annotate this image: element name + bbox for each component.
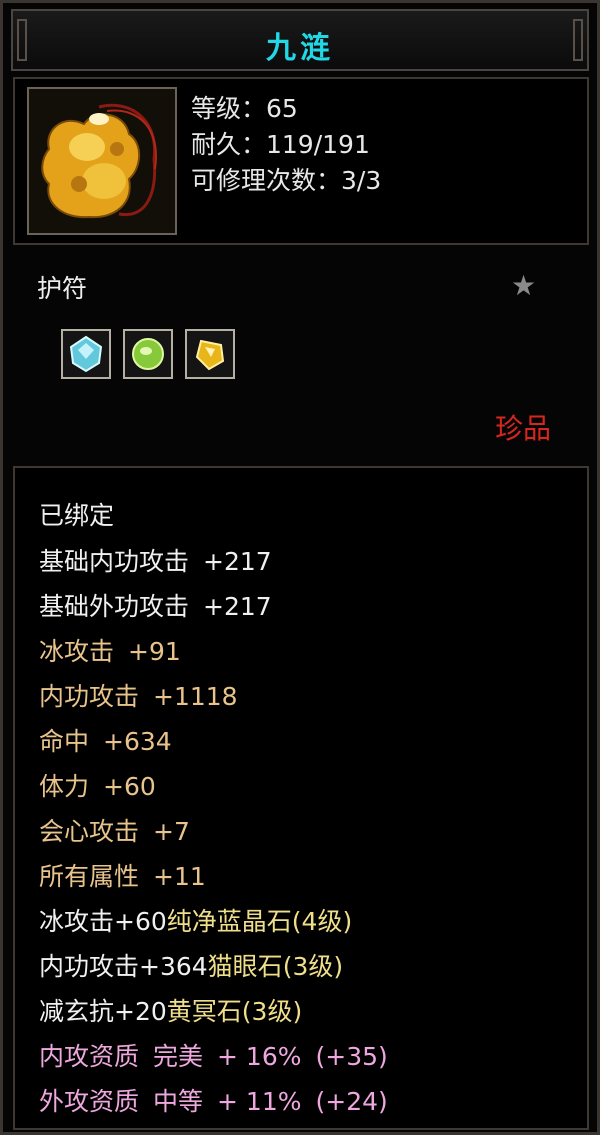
quality-grade: 中等 — [153, 1087, 204, 1116]
amulet-icon — [27, 87, 177, 235]
gem-slot-yellow-stone[interactable] — [185, 329, 235, 379]
attr-name: 内功攻击 — [39, 682, 140, 711]
attr-value: +217 — [203, 547, 272, 576]
attr-value: +217 — [203, 592, 272, 621]
yellow-gem-icon — [195, 339, 225, 371]
attr-value: +11 — [153, 862, 206, 891]
quality-name: 外攻资质 — [39, 1087, 140, 1116]
gem-row: 内功攻击+364猫眼石(3级) — [39, 947, 343, 983]
quality-bonus: (+35) — [315, 1042, 388, 1071]
attr-value: +634 — [103, 727, 172, 756]
quality-grade: 完美 — [153, 1042, 204, 1071]
title-bar: 九涟 — [11, 9, 589, 71]
item-tooltip: 九涟 等级：65 耐久：119/191 可修理次数：3/3 护符 ★ 珍品 已绑… — [0, 0, 600, 1135]
attr-value: +7 — [153, 817, 190, 846]
blue-gem-icon — [69, 335, 103, 373]
gem-slot-blue-crystal[interactable] — [61, 329, 111, 379]
quality-row: 外攻资质 中等 + 11% (+24) — [39, 1082, 388, 1118]
green-gem-icon — [132, 338, 164, 370]
attr-row: 基础外功攻击 +217 — [39, 587, 272, 623]
quality-name: 内攻资质 — [39, 1042, 140, 1071]
attr-name: 会心攻击 — [39, 817, 140, 846]
attr-value: +60 — [103, 772, 156, 801]
item-header: 等级：65 耐久：119/191 可修理次数：3/3 — [13, 77, 589, 245]
attr-row: 冰攻击 +91 — [39, 632, 181, 668]
gem-effect: 减玄抗+20 — [39, 997, 167, 1026]
attr-name: 命中 — [39, 727, 90, 756]
durability-stat: 耐久：119/191 — [191, 130, 370, 159]
gem-name: 猫眼石 — [207, 952, 283, 981]
quality-percent: + 11% — [217, 1087, 302, 1116]
attr-row: 命中 +634 — [39, 722, 172, 758]
attr-row: 会心攻击 +7 — [39, 812, 190, 848]
item-type: 护符 — [37, 274, 88, 303]
attr-name: 冰攻击 — [39, 637, 115, 666]
gem-row: 冰攻击+60纯净蓝晶石(4级) — [39, 902, 352, 938]
quality-row: 内攻资质 完美 + 16% (+35) — [39, 1037, 388, 1073]
attr-row: 内功攻击 +1118 — [39, 677, 238, 713]
item-name: 九涟 — [266, 31, 334, 66]
gem-level: (3级) — [241, 997, 303, 1026]
attr-row: 体力 +60 — [39, 767, 156, 803]
bound-status: 已绑定 — [39, 501, 115, 530]
attr-name: 基础外功攻击 — [39, 592, 190, 621]
star-icon[interactable]: ★ — [511, 269, 536, 302]
attr-name: 所有属性 — [39, 862, 140, 891]
attr-row: 基础内功攻击 +217 — [39, 542, 272, 578]
gem-level: (4级) — [291, 907, 353, 936]
attr-value: +91 — [128, 637, 181, 666]
gem-effect: 冰攻击+60 — [39, 907, 167, 936]
repair-count-stat: 可修理次数：3/3 — [191, 166, 382, 195]
attr-value: +1118 — [153, 682, 238, 711]
gem-level: (3级) — [282, 952, 344, 981]
gem-effect: 内功攻击+364 — [39, 952, 208, 981]
attr-name: 基础内功攻击 — [39, 547, 190, 576]
item-stats: 等级：65 耐久：119/191 可修理次数：3/3 — [191, 91, 381, 199]
attr-row: 所有属性 +11 — [39, 857, 206, 893]
gem-slot-cat-eye[interactable] — [123, 329, 173, 379]
gem-name: 纯净蓝晶石 — [166, 907, 292, 936]
gem-row: 减玄抗+20黄冥石(3级) — [39, 992, 302, 1028]
rarity-label: 珍品 — [495, 412, 552, 445]
level-stat: 等级：65 — [191, 94, 298, 123]
quality-percent: + 16% — [217, 1042, 302, 1071]
attr-name: 体力 — [39, 772, 90, 801]
gem-name: 黄冥石 — [166, 997, 242, 1026]
title-ornament-right — [573, 19, 583, 61]
quality-bonus: (+24) — [315, 1087, 388, 1116]
attribute-list: 已绑定 基础内功攻击 +217 基础外功攻击 +217 冰攻击 +91 内功攻击 +11… — [13, 466, 589, 1130]
